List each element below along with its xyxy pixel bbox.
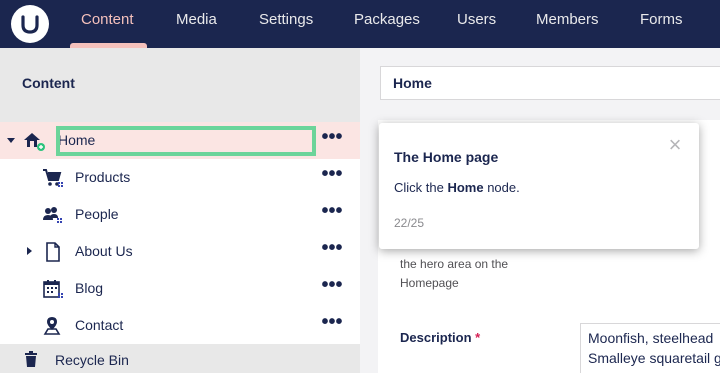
more-actions-icon[interactable]: ••• [320,312,344,335]
expand-caret-icon[interactable] [7,138,15,143]
section-forms[interactable]: Forms [640,0,683,48]
tree-item-label: About Us [75,243,133,259]
section-settings[interactable]: Settings [259,0,313,48]
section-packages[interactable]: Packages [354,0,420,48]
more-actions-icon[interactable]: ••• [320,127,344,150]
expand-caret-icon[interactable] [27,247,32,255]
tour-body-suffix: node. [483,180,520,195]
description-label-text: Description [400,330,472,345]
tree-item-about-us[interactable]: About Us ••• [0,233,360,270]
shopping-cart-icon [42,168,64,188]
node-name-input[interactable]: Home [380,66,720,100]
tour-instruction: Click the Home node. [394,180,520,195]
tree-item-label: Contact [75,317,124,333]
map-pin-icon [42,316,64,336]
tour-popover: The Home page Click the Home node. 22/25… [379,123,699,249]
section-media[interactable]: Media [176,0,217,48]
tree-item-blog[interactable]: Blog ••• [0,270,360,307]
more-actions-icon[interactable]: ••• [320,238,344,261]
tree-item-contact[interactable]: Contact ••• [0,307,360,344]
description-label: Description * [400,330,480,345]
description-line: Smalleye squaretail g [588,350,720,366]
tour-title: The Home page [394,149,499,165]
section-members[interactable]: Members [536,0,599,48]
node-name-value: Home [393,75,432,91]
more-actions-icon[interactable]: ••• [320,201,344,224]
recycle-bin[interactable]: Recycle Bin [0,344,360,373]
tree-item-products[interactable]: Products ••• [0,159,360,196]
required-marker: * [475,330,481,345]
tree-item-label: People [75,206,119,222]
tree-item-label: Blog [75,280,104,296]
tree-item-label: Products [75,169,131,185]
tour-highlight-frame [56,126,316,156]
recycle-bin-label: Recycle Bin [55,352,129,368]
close-icon[interactable]: × [665,134,685,156]
more-actions-icon[interactable]: ••• [320,275,344,298]
description-textarea[interactable]: Moonfish, steelhead Smalleye squaretail … [580,323,720,373]
trash-icon [23,351,39,372]
calendar-icon [42,279,64,299]
tour-step-counter: 22/25 [394,216,425,230]
tree-item-people[interactable]: People ••• [0,196,360,233]
umbraco-logo-icon [21,15,39,34]
people-icon [42,205,64,225]
hero-description-text: the hero area on the Homepage [400,257,509,290]
section-users[interactable]: Users [457,0,496,48]
content-tree-panel: Content Home ••• Products ••• People •••… [0,48,360,373]
tree-header: Content [0,48,360,122]
tour-body-prefix: Click the [394,180,448,195]
document-icon [42,242,64,262]
section-content[interactable]: Content [81,0,134,48]
description-line: Moonfish, steelhead [588,330,714,346]
tour-body-highlight: Home [447,180,484,195]
home-icon [22,130,45,151]
umbraco-logo[interactable] [11,5,49,43]
top-navigation: Content Media Settings Packages Users Me… [0,0,720,48]
more-actions-icon[interactable]: ••• [320,164,344,187]
tree-title: Content [22,75,75,91]
